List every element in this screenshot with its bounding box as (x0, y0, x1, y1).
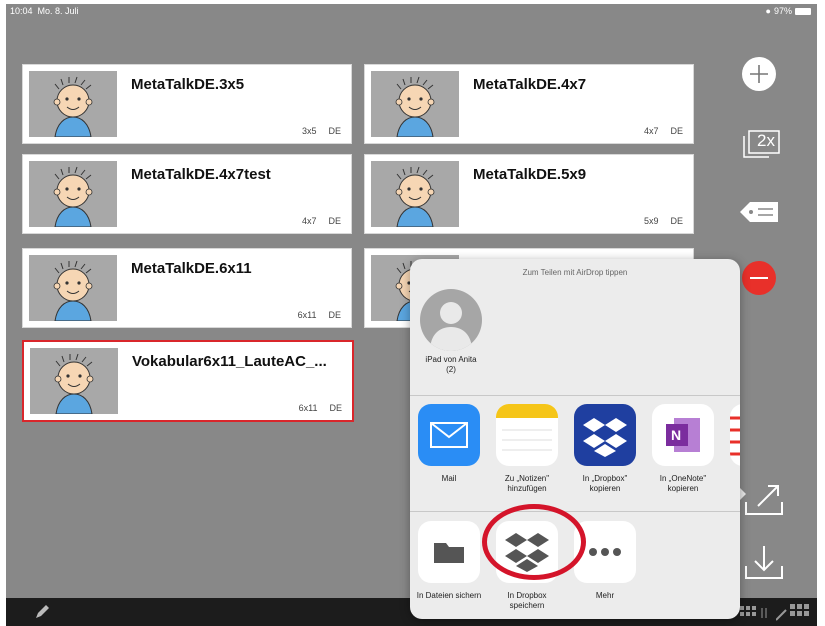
add-button[interactable] (741, 56, 777, 97)
board-title: MetaTalkDE.5x9 (473, 166, 587, 183)
share-app-more-app[interactable]: In (726, 404, 740, 484)
board-thumbnail (29, 71, 117, 138)
board-lang: DE (328, 216, 341, 226)
board-meta: 6x11 DE (298, 310, 341, 320)
board-size: 5x9 (643, 216, 659, 226)
board-lang: DE (328, 126, 341, 136)
duplicate-label: 2x (757, 131, 775, 150)
board-card[interactable]: Vokabular6x11_LauteAC_... 6x11 DE (22, 340, 354, 422)
board-card[interactable]: MetaTalkDE.3x5 3x5 DE (22, 64, 352, 144)
action-label: In Dateien sichern (416, 591, 482, 600)
contact-avatar (420, 289, 482, 351)
app-label: In „Dropbox" kopieren (582, 474, 628, 493)
board-thumbnail (371, 161, 459, 228)
board-lang: DE (670, 126, 683, 136)
divider (410, 395, 740, 396)
label-icon (740, 202, 778, 222)
board-size: 4x7 (643, 126, 659, 136)
board-size: 6x11 (298, 403, 318, 413)
share-app-mail[interactable]: Mail (414, 404, 484, 484)
board-lang: DE (670, 216, 683, 226)
board-card[interactable]: MetaTalkDE.5x9 5x9 DE (364, 154, 694, 234)
screen: 10:04 Mo. 8. Juli ● 97% MetaTalkDE.3x5 3x… (6, 4, 817, 626)
board-size: 3x5 (301, 126, 317, 136)
board-card[interactable]: MetaTalkDE.6x11 6x11 DE (22, 248, 352, 328)
duplicate-button[interactable]: 2x (743, 128, 781, 158)
grid-sort-icon[interactable] (740, 606, 770, 620)
board-lang: DE (329, 403, 342, 413)
wifi-icon: ● (765, 6, 771, 16)
grid-view-icon[interactable] (776, 604, 810, 622)
board-meta: 5x9 DE (644, 216, 683, 226)
action-label: Mehr (595, 591, 615, 600)
battery-percent: 97% (773, 6, 792, 16)
app-label: Mail (441, 474, 457, 483)
board-thumbnail (371, 71, 459, 138)
action-label: In Dropbox speichern (507, 591, 547, 610)
rename-button[interactable] (738, 200, 780, 229)
board-meta: 4x7 DE (302, 216, 341, 226)
status-bar: 10:04 Mo. 8. Juli ● 97% (6, 4, 817, 18)
battery-indicator: ● 97% (766, 6, 811, 16)
battery-icon (795, 7, 811, 15)
import-button[interactable] (744, 542, 784, 587)
contact-name: iPad von Anita (2) (425, 355, 477, 374)
highlight-circle (482, 504, 586, 580)
board-meta: 4x7 DE (644, 126, 683, 136)
board-title: Vokabular6x11_LauteAC_... (132, 353, 327, 370)
plus-icon (742, 57, 776, 91)
pencil-icon[interactable] (34, 604, 50, 620)
board-meta: 3x5 DE (302, 126, 341, 136)
board-title: MetaTalkDE.3x5 (131, 76, 245, 93)
board-card[interactable]: MetaTalkDE.4x7 4x7 DE (364, 64, 694, 144)
export-icon (745, 485, 783, 515)
board-card[interactable]: MetaTalkDE.4x7test 4x7 DE (22, 154, 352, 234)
dropbox-icon (574, 404, 636, 466)
board-lang: DE (328, 310, 341, 320)
share-app-notes[interactable]: Zu „Notizen" hinzufügen (492, 404, 562, 494)
board-title: MetaTalkDE.4x7 (473, 76, 587, 93)
board-title: MetaTalkDE.6x11 (131, 260, 252, 277)
folder-icon (418, 521, 480, 583)
share-action-folder[interactable]: In Dateien sichern (414, 521, 484, 601)
svg-text:N: N (671, 427, 681, 443)
divider (410, 511, 740, 512)
onenote-icon: N (652, 404, 714, 466)
board-thumbnail (29, 255, 117, 322)
import-icon (745, 546, 783, 579)
more-app-icon (730, 404, 740, 466)
airdrop-hint: Zum Teilen mit AirDrop tippen (522, 268, 628, 277)
app-label: Zu „Notizen" hinzufügen (504, 474, 550, 493)
airdrop-contact[interactable]: iPad von Anita (2) (420, 289, 482, 375)
notes-icon (496, 404, 558, 466)
app-label: In „OneNote" kopieren (659, 474, 707, 493)
board-size: 6x11 (297, 310, 317, 320)
board-thumbnail (29, 161, 117, 228)
board-size: 4x7 (301, 216, 317, 226)
share-app-dropbox[interactable]: In „Dropbox" kopieren (570, 404, 640, 494)
person-icon (430, 302, 472, 351)
app-label: In (726, 474, 740, 484)
board-title: MetaTalkDE.4x7test (131, 166, 271, 183)
share-app-onenote[interactable]: N In „OneNote" kopieren (648, 404, 718, 494)
board-meta: 6x11 DE (299, 403, 342, 413)
mail-icon (418, 404, 480, 466)
board-thumbnail (30, 348, 118, 415)
status-time: 10:04 Mo. 8. Juli (10, 6, 79, 16)
delete-icon (742, 261, 776, 295)
delete-button[interactable] (741, 260, 777, 301)
export-button[interactable] (744, 478, 784, 523)
